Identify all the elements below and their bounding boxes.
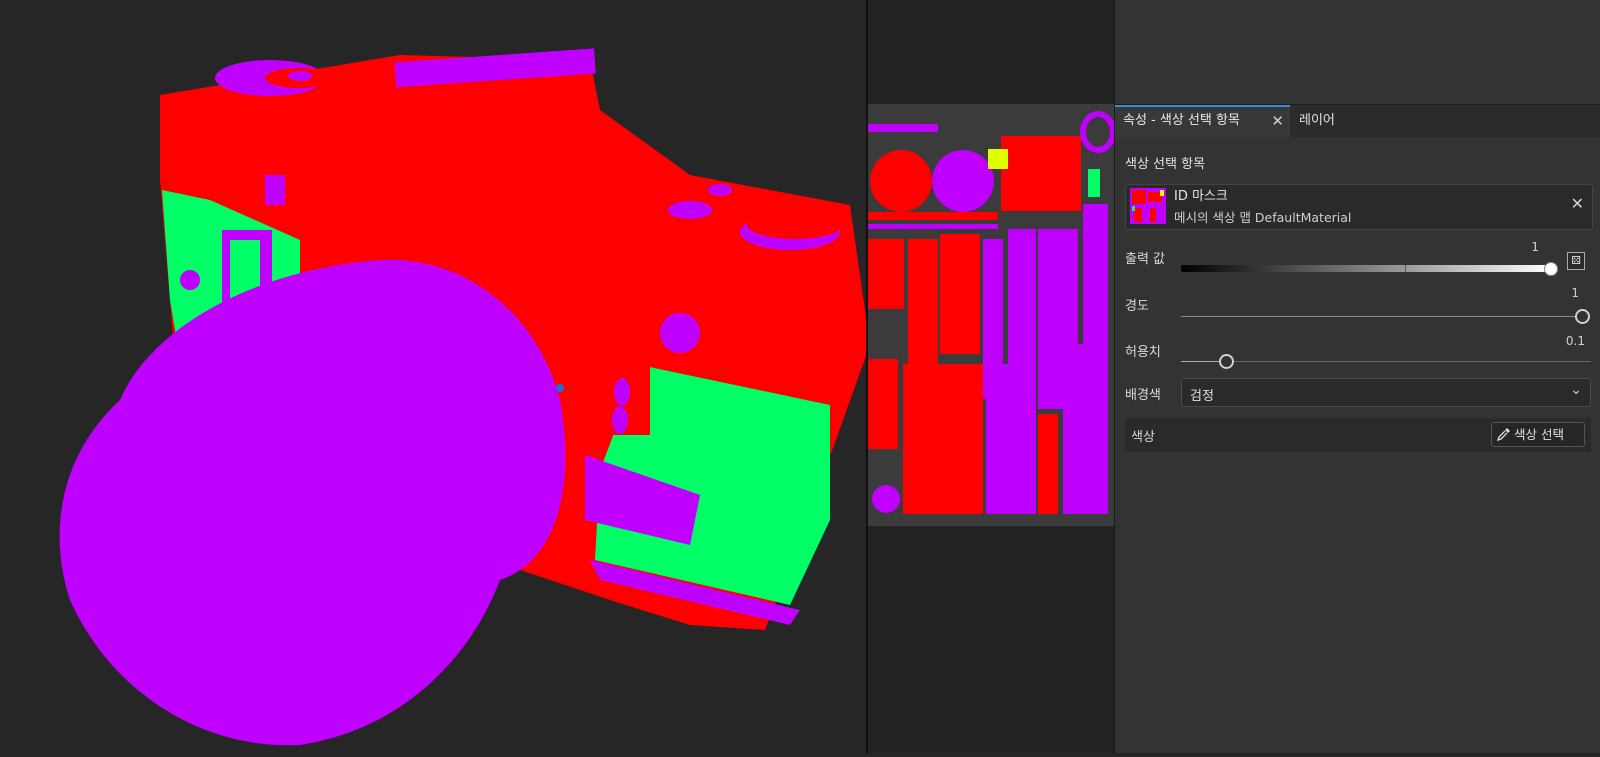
pick-color-button[interactable]: 색상 선택 [1491, 422, 1585, 447]
tolerance-value: 0.1 [1565, 334, 1585, 348]
id-mask-source[interactable]: ID 마스크 메시의 색상 맵 DefaultMaterial ✕ [1125, 184, 1593, 230]
uv-islands [868, 111, 1116, 514]
3d-viewport[interactable] [0, 0, 870, 753]
remove-source-icon[interactable]: ✕ [1571, 194, 1584, 213]
tolerance-slider-track[interactable] [1233, 361, 1591, 362]
color-label: 색상 [1131, 430, 1155, 445]
properties-panel: 속성 - 색상 선택 항목 ✕ 레이어 색상 선택 항목 ID 마스크 메시의 … [1114, 0, 1600, 753]
hardness-label: 경도 [1125, 299, 1149, 314]
output-value-gradient-slider[interactable] [1181, 265, 1551, 272]
panel-empty-area [1115, 0, 1600, 104]
tolerance-label: 허용치 [1125, 345, 1161, 360]
tab-layers-label: 레이어 [1299, 113, 1335, 128]
source-title: ID 마스크 [1174, 189, 1228, 204]
output-value-label: 출력 값 [1125, 252, 1166, 267]
camera-model-render [59, 48, 870, 746]
tab-properties-color-selection[interactable]: 속성 - 색상 선택 항목 ✕ [1115, 105, 1290, 137]
tolerance-slider-fill [1181, 361, 1221, 362]
source-subtitle: 메시의 색상 맵 DefaultMaterial [1174, 210, 1352, 225]
section-title: 색상 선택 항목 [1125, 157, 1206, 172]
pick-color-label: 색상 선택 [1514, 427, 1564, 442]
hardness-value: 1 [1571, 286, 1579, 300]
uv-texture-map [868, 104, 1116, 526]
output-value: 1 [1531, 240, 1539, 254]
tab-properties-label: 속성 - 색상 선택 항목 [1123, 113, 1240, 128]
chevron-down-icon: ⌄ [1570, 382, 1582, 398]
background-label: 배경색 [1125, 388, 1161, 403]
background-select-value: 검정 [1190, 389, 1214, 404]
hardness-slider-handle[interactable] [1575, 309, 1590, 324]
panel-tabs: 속성 - 색상 선택 항목 ✕ 레이어 [1115, 104, 1600, 137]
random-icon[interactable]: ⚄ [1567, 252, 1585, 270]
color-row: 색상 색상 선택 [1125, 418, 1591, 452]
close-icon[interactable]: ✕ [1271, 107, 1284, 135]
output-value-handle[interactable] [1544, 262, 1558, 276]
background-select[interactable]: 검정 ⌄ [1181, 378, 1591, 407]
gradient-tick [1405, 265, 1406, 272]
id-mask-thumbnail [1130, 188, 1166, 224]
eyedropper-icon [1496, 428, 1510, 442]
tab-layers[interactable]: 레이어 [1291, 105, 1351, 137]
tolerance-slider-handle[interactable] [1219, 354, 1234, 369]
hardness-slider-track[interactable] [1181, 316, 1577, 317]
